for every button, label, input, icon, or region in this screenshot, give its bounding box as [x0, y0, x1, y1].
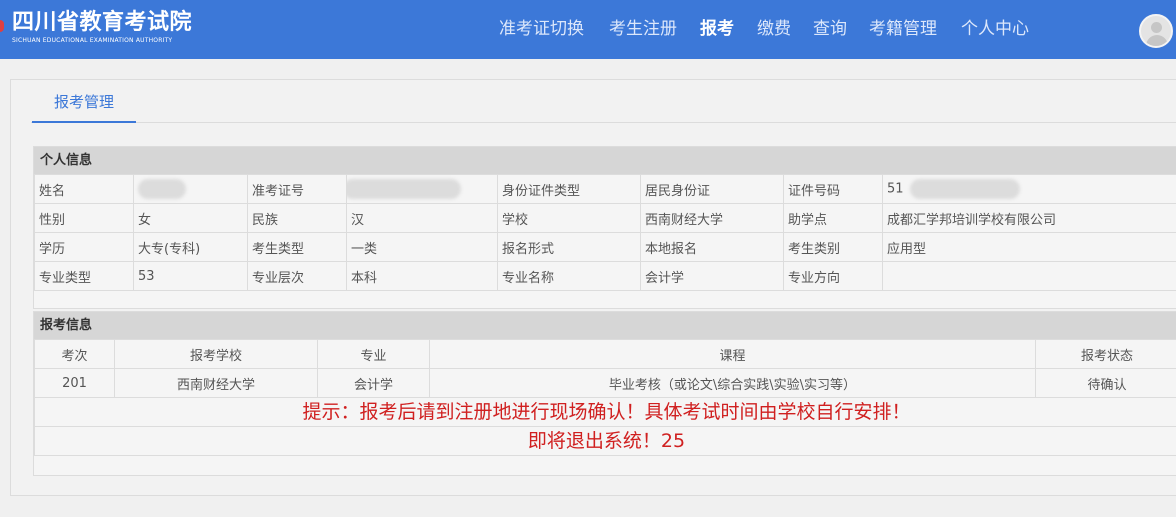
info-label: 性别: [34, 203, 134, 233]
table-row: 姓名 准考证号 身份证件类型 居民身份证 证件号码 51: [34, 174, 1176, 204]
info-value: 会计学: [640, 261, 784, 291]
column-header: 报考学校: [114, 339, 318, 369]
avatar-head-icon: [1151, 22, 1162, 33]
info-label: 民族: [247, 203, 347, 233]
apply-info-table: 考次 报考学校 专业 课程 报考状态 201 西南财经大学 会计学 毕业考核（或…: [34, 339, 1176, 456]
column-header: 专业: [317, 339, 430, 369]
top-navbar: 四川省教育考试院 SICHUAN EDUCATIONAL EXAMINATION…: [0, 0, 1176, 59]
table-row: 性别 女 民族 汉 学校 西南财经大学 助学点 成都汇学邦培训学校有限公司: [34, 203, 1176, 233]
table-row: 专业类型 53 专业层次 本科 专业名称 会计学 专业方向: [34, 261, 1176, 291]
info-label: 助学点: [783, 203, 883, 233]
nav-registration[interactable]: 考生注册: [609, 0, 677, 59]
info-value-redacted: 51: [882, 174, 1176, 204]
main-panel: 报考管理 个人信息 姓名 准考证号 身份证件类型 居民身份证 证件号码 51 性…: [10, 79, 1176, 496]
nav-query[interactable]: 查询: [813, 0, 847, 59]
info-value: 应用型: [882, 232, 1176, 262]
notice-row: 即将退出系统！25: [34, 426, 1176, 456]
status-cell: 待确认: [1035, 368, 1176, 398]
nav-apply[interactable]: 报考: [700, 0, 734, 59]
redacted-mask: [347, 179, 461, 199]
info-label: 学历: [34, 232, 134, 262]
logo-subtitle: SICHUAN EDUCATIONAL EXAMINATION AUTHORIT…: [12, 37, 173, 44]
nav-admission-switch[interactable]: 准考证切换: [499, 0, 584, 59]
nav-records[interactable]: 考籍管理: [869, 0, 937, 59]
major-cell: 会计学: [317, 368, 430, 398]
personal-info-table: 姓名 准考证号 身份证件类型 居民身份证 证件号码 51 性别 女 民族 汉 学…: [34, 174, 1176, 291]
info-value-redacted: [346, 174, 498, 204]
personal-info-title: 个人信息: [34, 147, 1176, 174]
logo-emblem-icon: [0, 20, 4, 32]
info-label: 考生类别: [783, 232, 883, 262]
school-cell: 西南财经大学: [114, 368, 318, 398]
info-label: 准考证号: [247, 174, 347, 204]
info-label: 报名形式: [497, 232, 641, 262]
table-row: 201 西南财经大学 会计学 毕业考核（或论文\综合实践\实验\实习等） 待确认: [34, 368, 1176, 398]
nav-personal-center[interactable]: 个人中心: [961, 0, 1029, 59]
info-value: 53: [133, 261, 248, 291]
info-label: 专业层次: [247, 261, 347, 291]
info-value: 西南财经大学: [640, 203, 784, 233]
exam-session-cell: 201: [34, 368, 115, 398]
info-value: 成都汇学邦培训学校有限公司: [882, 203, 1176, 233]
info-label: 专业类型: [34, 261, 134, 291]
redacted-mask: [909, 179, 1020, 199]
info-label: 学校: [497, 203, 641, 233]
avatar-body-icon: [1146, 35, 1168, 46]
info-value: [882, 261, 1176, 291]
info-label: 考生类型: [247, 232, 347, 262]
id-number-prefix: 51: [887, 181, 904, 197]
info-label: 身份证件类型: [497, 174, 641, 204]
column-header: 课程: [429, 339, 1036, 369]
column-header: 报考状态: [1035, 339, 1176, 369]
info-value: 大专(专科): [133, 232, 248, 262]
notice-message: 提示：报考后请到注册地进行现场确认！具体考试时间由学校自行安排！: [34, 397, 1176, 427]
info-value: 居民身份证: [640, 174, 784, 204]
notice-row: 提示：报考后请到注册地进行现场确认！具体考试时间由学校自行安排！: [34, 397, 1176, 427]
personal-info-section: 个人信息 姓名 准考证号 身份证件类型 居民身份证 证件号码 51 性别 女 民…: [33, 146, 1176, 309]
logout-countdown: 即将退出系统！25: [34, 426, 1176, 456]
tab-apply-management[interactable]: 报考管理: [32, 80, 136, 123]
apply-info-title: 报考信息: [34, 312, 1176, 339]
redacted-mask: [138, 179, 186, 199]
user-avatar[interactable]: [1139, 14, 1173, 48]
tab-bar: 报考管理: [31, 80, 1176, 123]
info-value: 女: [133, 203, 248, 233]
info-value: 本地报名: [640, 232, 784, 262]
info-value: 本科: [346, 261, 498, 291]
info-label: 姓名: [34, 174, 134, 204]
info-label: 证件号码: [783, 174, 883, 204]
info-label: 专业方向: [783, 261, 883, 291]
logo-title: 四川省教育考试院: [12, 10, 193, 35]
apply-info-section: 报考信息 考次 报考学校 专业 课程 报考状态 201 西南财经大学 会计学 毕…: [33, 311, 1176, 476]
info-value: 一类: [346, 232, 498, 262]
column-header: 考次: [34, 339, 115, 369]
nav-payment[interactable]: 缴费: [757, 0, 791, 59]
info-value: 汉: [346, 203, 498, 233]
table-row: 学历 大专(专科) 考生类型 一类 报名形式 本地报名 考生类别 应用型: [34, 232, 1176, 262]
info-label: 专业名称: [497, 261, 641, 291]
course-cell: 毕业考核（或论文\综合实践\实验\实习等）: [429, 368, 1036, 398]
info-value-redacted: [133, 174, 248, 204]
table-header-row: 考次 报考学校 专业 课程 报考状态: [34, 339, 1176, 369]
